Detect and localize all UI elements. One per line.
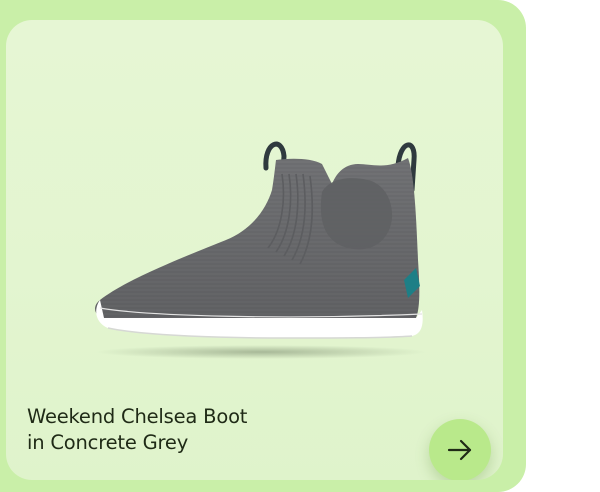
product-image[interactable]	[86, 130, 436, 370]
product-title-line-2[interactable]: in Concrete Grey	[27, 430, 367, 456]
boot-shadow	[96, 345, 426, 359]
elastic-gore	[320, 178, 393, 250]
product-card[interactable]: Weekend Chelsea Boot in Concrete Grey	[6, 20, 503, 480]
view-product-button[interactable]	[429, 419, 491, 480]
product-title[interactable]: Weekend Chelsea Boot in Concrete Grey	[27, 404, 367, 456]
product-title-line-1[interactable]: Weekend Chelsea Boot	[27, 404, 367, 430]
arrow-right-icon	[447, 439, 472, 461]
